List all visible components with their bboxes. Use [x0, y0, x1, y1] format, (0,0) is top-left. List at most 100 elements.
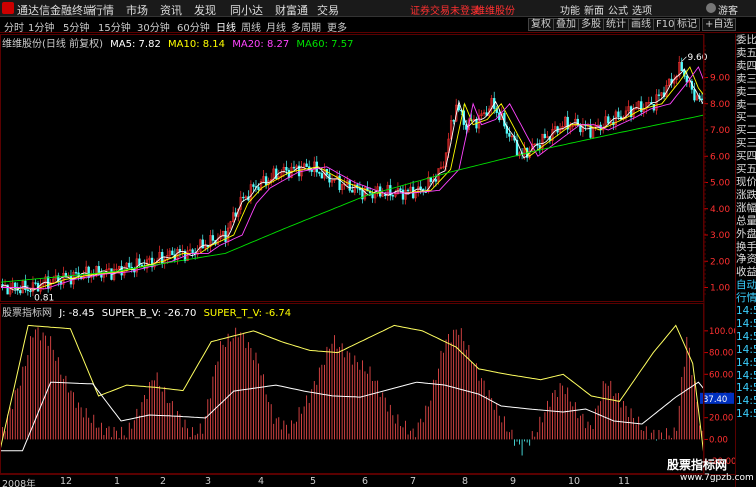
period-weekly[interactable]: 周线: [241, 19, 261, 34]
overlay-button[interactable]: 叠加: [553, 18, 579, 31]
sidebar-item[interactable]: 买一: [736, 111, 756, 124]
period-monthly[interactable]: 月线: [266, 19, 286, 34]
candle-body: [406, 189, 410, 192]
sidebar-item[interactable]: 现价: [736, 176, 756, 189]
candle-body: [264, 176, 268, 186]
ma10-line: [0, 66, 705, 290]
menu-formula[interactable]: 公式: [608, 2, 628, 17]
sidebar-item[interactable]: 涨幅: [736, 202, 756, 215]
menu-quotes[interactable]: 行情: [92, 2, 114, 18]
candle-body: [257, 186, 260, 191]
statistics-button[interactable]: 统计: [603, 18, 629, 31]
date-label: 6: [362, 476, 369, 487]
trade-login-notice[interactable]: 证券交易未登录: [410, 2, 480, 17]
candle-body: [310, 169, 313, 172]
sidebar-item[interactable]: 买四: [736, 150, 756, 163]
candle-body: [657, 94, 661, 96]
date-label: 10: [568, 476, 581, 487]
period-1min[interactable]: 1分钟: [28, 19, 54, 34]
price-tick-label: 6.00: [710, 152, 730, 162]
candle-body: [401, 189, 405, 200]
price-tick-label: 7.00: [710, 126, 730, 136]
adjust-button[interactable]: 复权: [528, 18, 554, 31]
sidebar-item[interactable]: 14:5: [736, 370, 756, 383]
indicator-tick-label: 80.00: [709, 349, 733, 359]
candle-body: [26, 289, 30, 291]
candle-body: [201, 239, 204, 249]
menu-new-view[interactable]: 新面: [584, 2, 604, 17]
app-title: 通达信金融终端: [17, 4, 94, 17]
candle-body: [252, 184, 255, 187]
ma5-line: [0, 68, 705, 291]
sidebar-item[interactable]: 14:5: [736, 382, 756, 395]
period-30min[interactable]: 30分钟: [137, 19, 170, 34]
draw-line-button[interactable]: 画线: [628, 18, 654, 31]
guest-label[interactable]: 游客: [718, 2, 738, 17]
period-5min[interactable]: 5分钟: [63, 19, 89, 34]
sidebar-item[interactable]: 14:5: [736, 408, 756, 421]
sidebar-item[interactable]: 14:5: [736, 318, 756, 331]
menu-market[interactable]: 市场: [126, 2, 148, 18]
watermark-title: 股票指标网: [667, 458, 728, 472]
sidebar-item[interactable]: 涨跌: [736, 189, 756, 202]
sidebar-item[interactable]: 自动: [736, 279, 756, 292]
price-chart[interactable]: 9.00 8.00 7.00 6.00 5.00 4.00 3.00 2.00 1.00 9.60…: [0, 45, 730, 303]
menu-wealth[interactable]: 财富通: [275, 2, 308, 18]
sidebar-item[interactable]: 14:5: [736, 395, 756, 408]
period-60min[interactable]: 60分钟: [177, 19, 210, 34]
sidebar-item[interactable]: 换手: [736, 241, 756, 254]
sidebar-item[interactable]: 14:5: [736, 344, 756, 357]
sidebar-item[interactable]: 委比: [736, 34, 756, 47]
indicator-tick-label: 100.00: [709, 327, 735, 337]
sidebar-item[interactable]: 卖二: [736, 86, 756, 99]
supert-label: SUPER_T_V: -6.74: [203, 308, 292, 319]
chart-canvas[interactable]: 9.00 8.00 7.00 6.00 5.00 4.00 3.00 2.00 1.00 9.60…: [0, 34, 735, 474]
sidebar-item[interactable]: 总量: [736, 215, 756, 228]
candle-body: [351, 190, 354, 193]
candle-body: [34, 282, 37, 284]
menu-trade[interactable]: 交易: [317, 2, 339, 18]
period-daily[interactable]: 日线: [216, 19, 236, 34]
sidebar-item[interactable]: 买二: [736, 124, 756, 137]
period-timeshare[interactable]: 分时: [4, 19, 24, 34]
sidebar-item[interactable]: 14:5: [736, 331, 756, 344]
menu-functions[interactable]: 功能: [560, 2, 580, 17]
mark-button[interactable]: 标记: [674, 18, 700, 31]
add-watchlist-button[interactable]: +自选: [702, 18, 737, 31]
candle-body: [318, 171, 321, 174]
indicator-tick-label: 0.00: [709, 435, 728, 445]
candle-body: [617, 111, 620, 118]
indicator-chart[interactable]: 100.0080.0060.0040.0020.000.00-20.0037.4…: [0, 324, 735, 467]
sidebar-item[interactable]: 卖三: [736, 73, 756, 86]
sidebar-item[interactable]: 卖五: [736, 47, 756, 60]
ma5-label: MA5: 7.82: [110, 39, 161, 50]
period-more[interactable]: 更多: [327, 19, 347, 34]
sidebar-item[interactable]: 14:5: [736, 305, 756, 318]
sidebar-item[interactable]: 行情: [736, 292, 756, 305]
menu-options[interactable]: 选项: [632, 2, 652, 17]
sidebar-item[interactable]: 14:5: [736, 357, 756, 370]
sidebar-item[interactable]: 买三: [736, 137, 756, 150]
menu-discover[interactable]: 发现: [194, 2, 216, 18]
price-tick-label: 9.00: [710, 74, 730, 84]
ma20-label: MA20: 8.27: [232, 39, 290, 50]
multi-stock-button[interactable]: 多股: [578, 18, 604, 31]
period-multi[interactable]: 多周期: [291, 19, 321, 34]
price-tick-label: 1.00: [710, 284, 730, 294]
date-label: 12: [60, 476, 73, 487]
stock-name: 维维股份: [475, 6, 515, 17]
sidebar-item[interactable]: 买五: [736, 163, 756, 176]
sidebar-item[interactable]: 卖四: [736, 60, 756, 73]
sidebar-item[interactable]: 外盘: [736, 228, 756, 241]
sidebar-item[interactable]: 收益: [736, 266, 756, 279]
high-price-label: 9.60: [687, 53, 707, 63]
high-price-pointer: [681, 56, 687, 62]
menu-news[interactable]: 资讯: [160, 2, 182, 18]
date-label: 2008年: [2, 479, 36, 487]
sidebar-item[interactable]: 卖一: [736, 99, 756, 112]
user-icon[interactable]: [706, 3, 716, 13]
sidebar-item[interactable]: 净资: [736, 253, 756, 266]
candle-body: [399, 188, 402, 191]
period-15min[interactable]: 15分钟: [98, 19, 131, 34]
menu-assistant[interactable]: 同小达: [230, 2, 263, 18]
